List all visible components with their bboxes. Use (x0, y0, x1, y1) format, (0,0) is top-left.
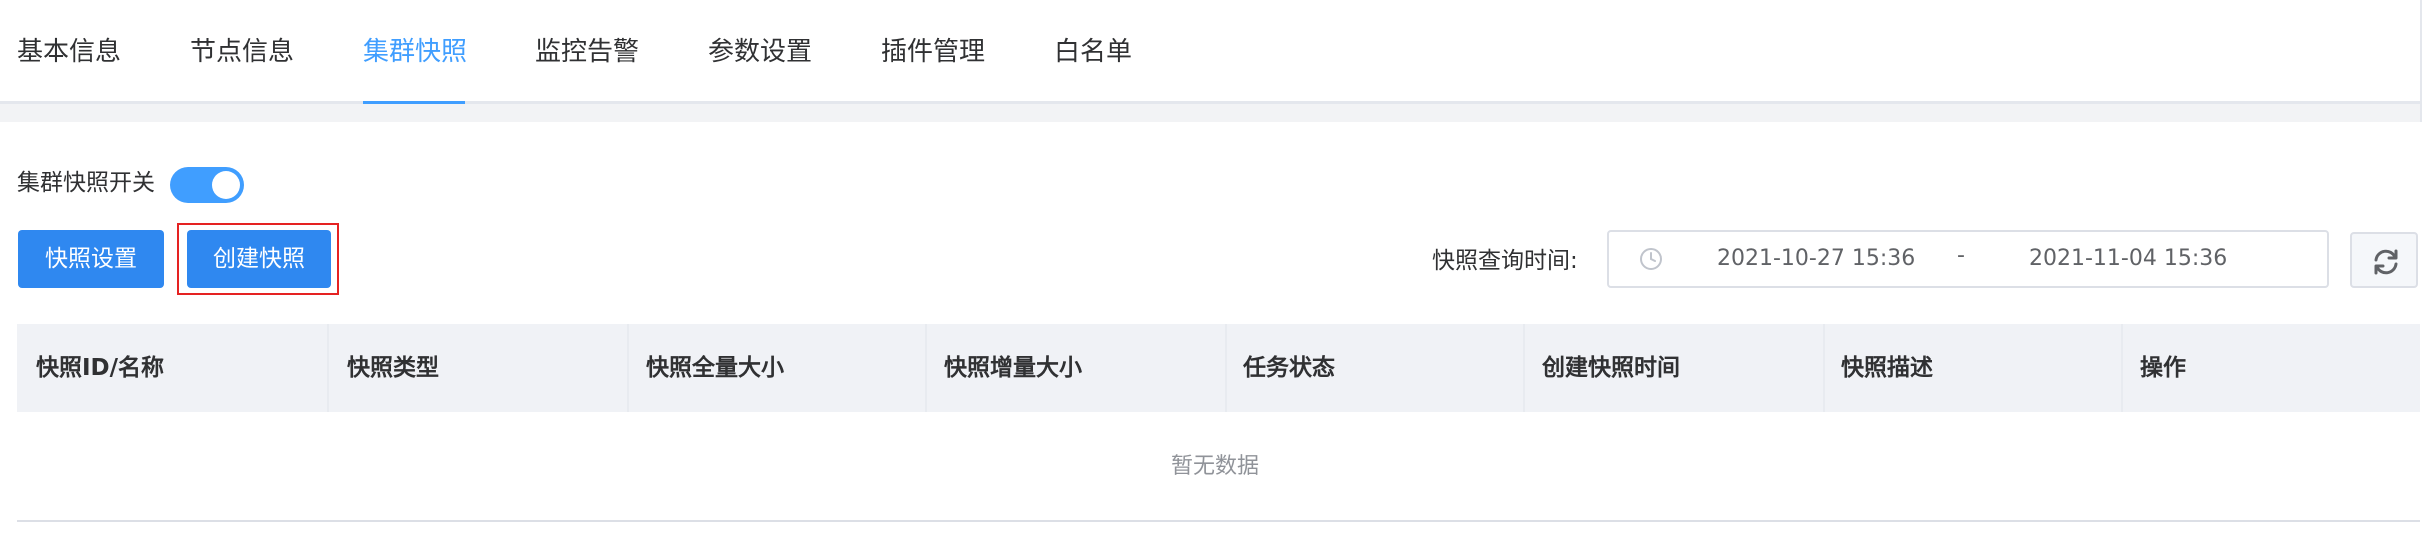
column-divider (627, 324, 629, 412)
refresh-button[interactable] (2350, 232, 2418, 288)
column-header-incremental-size: 快照增量大小 (944, 355, 1082, 381)
column-divider (327, 324, 329, 412)
tab-plugin-management[interactable]: 插件管理 (881, 28, 985, 76)
column-divider (1823, 324, 1825, 412)
tab-parameter-settings[interactable]: 参数设置 (708, 28, 812, 76)
column-divider (925, 324, 927, 412)
tab-cluster-snapshot[interactable]: 集群快照 (363, 28, 467, 76)
column-header-snapshot-type: 快照类型 (347, 355, 439, 381)
query-time-label: 快照查询时间: (1432, 248, 1578, 274)
column-header-full-size: 快照全量大小 (646, 355, 784, 381)
column-divider (1523, 324, 1525, 412)
table-bottom-border (17, 520, 2420, 522)
table-header: 快照ID/名称 快照类型 快照全量大小 快照增量大小 任务状态 创建快照时间 快… (17, 324, 2420, 412)
tab-whitelist[interactable]: 白名单 (1054, 28, 1132, 76)
column-divider (2121, 324, 2123, 412)
clock-icon (1639, 247, 1663, 271)
create-snapshot-button[interactable]: 创建快照 (187, 230, 331, 288)
tab-bar: 基本信息 节点信息 集群快照 监控告警 参数设置 插件管理 白名单 (0, 0, 2420, 105)
scrollbar-edge (2420, 0, 2422, 122)
column-header-task-status: 任务状态 (1243, 355, 1335, 381)
start-date-input[interactable]: 2021-10-27 15:36 (1717, 232, 1915, 286)
tab-basic-info[interactable]: 基本信息 (17, 28, 121, 76)
column-header-description: 快照描述 (1841, 355, 1933, 381)
section-divider (0, 104, 2420, 122)
date-separator: - (1957, 243, 1965, 268)
snapshot-settings-button[interactable]: 快照设置 (18, 230, 164, 288)
refresh-icon (2374, 249, 2398, 275)
switch-knob (212, 171, 240, 199)
column-header-actions: 操作 (2140, 355, 2186, 381)
snapshot-switch[interactable] (170, 167, 244, 203)
empty-state-text: 暂无数据 (1170, 454, 1259, 479)
snapshot-switch-label: 集群快照开关 (17, 170, 155, 196)
tab-node-info[interactable]: 节点信息 (190, 28, 294, 76)
column-header-create-time: 创建快照时间 (1542, 355, 1680, 381)
tab-monitoring-alerts[interactable]: 监控告警 (535, 28, 639, 76)
date-range-picker[interactable]: 2021-10-27 15:36 - 2021-11-04 15:36 (1607, 230, 2329, 288)
column-divider (1225, 324, 1227, 412)
end-date-input[interactable]: 2021-11-04 15:36 (2029, 232, 2227, 286)
column-header-snapshot-id: 快照ID/名称 (36, 355, 165, 381)
